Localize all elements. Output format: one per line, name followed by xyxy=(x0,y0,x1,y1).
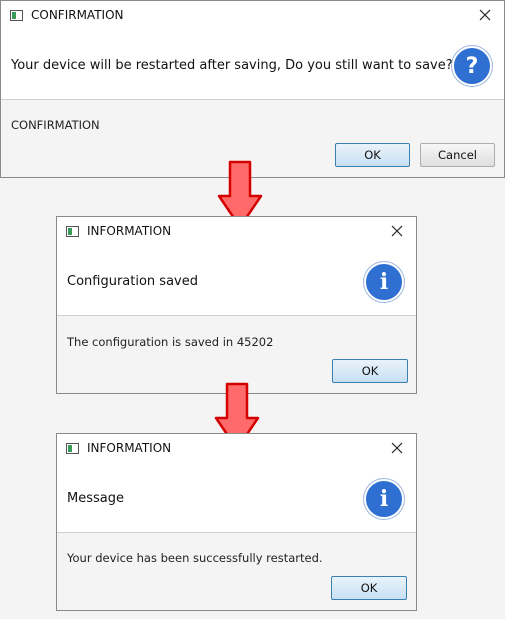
dialog-title: INFORMATION xyxy=(87,224,172,238)
dialog-header: Configuration saved i xyxy=(57,247,416,316)
close-button[interactable] xyxy=(386,437,408,459)
confirmation-dialog: CONFIRMATION Your device will be restart… xyxy=(0,0,505,178)
header-message: Configuration saved xyxy=(67,274,198,289)
close-icon xyxy=(479,9,491,21)
cancel-button[interactable]: Cancel xyxy=(420,143,495,167)
dialog-header: Message i xyxy=(57,464,416,533)
content-text: The configuration is saved in 45202 xyxy=(67,335,274,349)
close-button[interactable] xyxy=(474,4,496,26)
ok-button[interactable]: OK xyxy=(332,359,408,383)
window-app-icon xyxy=(10,10,23,21)
content-text: CONFIRMATION xyxy=(11,118,100,132)
question-icon: ? xyxy=(452,46,492,86)
close-button[interactable] xyxy=(386,220,408,242)
info-icon: i xyxy=(364,262,404,302)
dialog-title: INFORMATION xyxy=(87,441,172,455)
information-dialog-restarted: INFORMATION Message i Your device has be… xyxy=(56,433,417,611)
information-titlebar: INFORMATION xyxy=(57,217,416,247)
close-icon xyxy=(391,225,403,237)
information-titlebar: INFORMATION xyxy=(57,434,416,464)
ok-button[interactable]: OK xyxy=(335,143,410,167)
content-text: Your device has been successfully restar… xyxy=(67,551,323,565)
header-message: Message xyxy=(67,491,124,506)
window-app-icon xyxy=(66,443,79,454)
window-app-icon xyxy=(66,226,79,237)
confirmation-titlebar: CONFIRMATION xyxy=(1,1,504,31)
header-message: Your device will be restarted after savi… xyxy=(11,58,453,73)
ok-button[interactable]: OK xyxy=(331,576,407,600)
information-dialog-saved: INFORMATION Configuration saved i The co… xyxy=(56,216,417,394)
dialog-title: CONFIRMATION xyxy=(31,8,124,22)
info-icon: i xyxy=(364,479,404,519)
close-icon xyxy=(391,442,403,454)
dialog-header: Your device will be restarted after savi… xyxy=(1,31,504,100)
